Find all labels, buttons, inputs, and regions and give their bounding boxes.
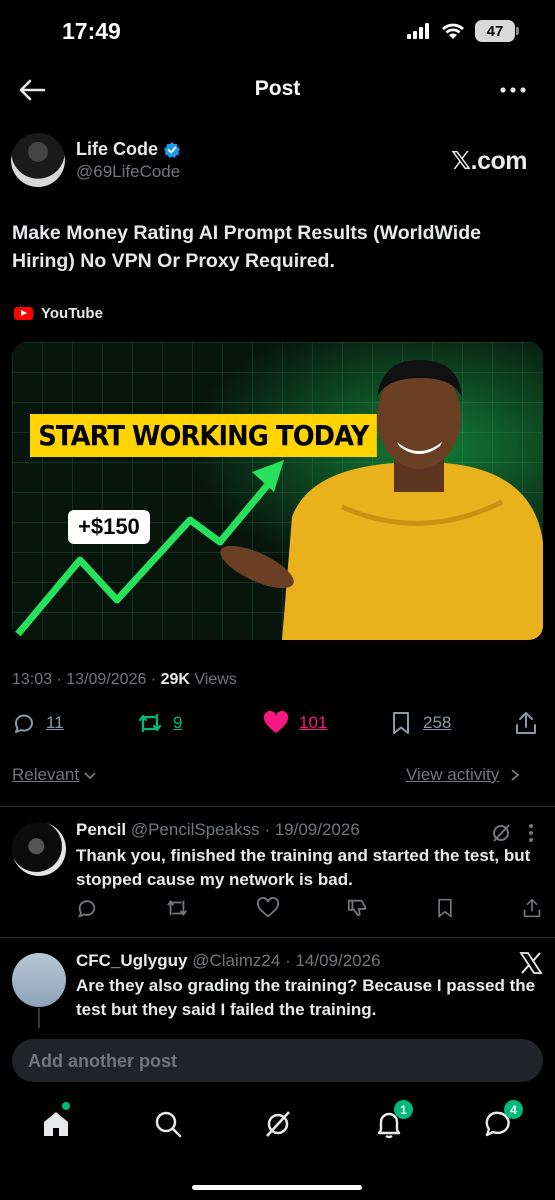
tab-search[interactable] <box>152 1108 186 1142</box>
reply-icon[interactable] <box>76 897 98 919</box>
sort-label: Relevant <box>12 765 80 784</box>
thread-line <box>38 1008 40 1028</box>
cellular-signal-icon <box>407 23 429 39</box>
like-count: 101 <box>299 713 328 732</box>
bookmark-count: 258 <box>423 713 452 732</box>
reply-count: 11 <box>46 713 64 732</box>
repost-icon <box>138 713 162 733</box>
reply-icon <box>14 714 33 733</box>
divider <box>0 806 555 807</box>
youtube-logo-icon <box>14 307 33 320</box>
reply-author-handle[interactable]: @Claimz24 <box>192 951 280 970</box>
post-time: 13:03 <box>12 671 53 688</box>
messages-badge: 4 <box>504 1100 523 1119</box>
views-label: Views <box>194 671 237 688</box>
share-icon[interactable] <box>522 897 542 919</box>
reply-author-name[interactable]: Pencil <box>76 820 126 839</box>
sort-dropdown[interactable]: Relevant <box>12 765 97 785</box>
reply-action-bar <box>76 897 542 919</box>
author-avatar[interactable] <box>11 133 65 187</box>
dislike-icon[interactable] <box>346 897 368 919</box>
post-text: Make Money Rating AI Prompt Results (Wor… <box>12 222 481 272</box>
heart-icon[interactable] <box>256 897 280 919</box>
wifi-icon <box>442 23 464 39</box>
reply-header: Pencil @PencilSpeakss · 19/09/2026 <box>76 820 360 840</box>
chevron-right-icon <box>511 769 520 781</box>
reply-date: · 14/09/2026 <box>285 951 381 970</box>
search-icon <box>155 1111 182 1138</box>
post-date: 13/09/2026 <box>66 671 147 688</box>
reply-text: Thank you, finished the training and sta… <box>76 846 531 889</box>
repost-icon[interactable] <box>165 897 189 919</box>
page-title: Post <box>254 77 301 100</box>
home-icon <box>44 1112 68 1136</box>
link-card-thumbnail[interactable]: START WORKING TODAY +$150 <box>12 342 543 640</box>
grok-icon <box>266 1111 290 1137</box>
view-activity-link[interactable]: View activity <box>406 765 521 785</box>
thumbnail-graphic <box>12 342 543 640</box>
link-source-label: YouTube <box>41 305 103 322</box>
x-com-link[interactable]: 𝕏.com <box>451 146 528 176</box>
verified-badge-icon <box>164 141 181 158</box>
author-name-row[interactable]: Life Code <box>76 139 181 160</box>
tab-grok[interactable] <box>262 1108 296 1142</box>
view-activity-label: View activity <box>406 765 500 784</box>
grok-icon[interactable] <box>490 822 512 844</box>
status-time: 17:49 <box>62 18 121 44</box>
reply-date: · 19/09/2026 <box>264 820 360 839</box>
tab-notifications[interactable]: 1 <box>373 1100 413 1142</box>
repost-count: 9 <box>173 713 183 732</box>
chevron-down-icon <box>84 772 96 780</box>
home-notification-dot <box>62 1102 70 1110</box>
author-handle[interactable]: @69LifeCode <box>76 162 180 182</box>
status-icons: 47 <box>407 20 519 42</box>
bookmark-icon[interactable] <box>435 897 455 919</box>
meta-separator: · <box>150 671 157 688</box>
reply-avatar[interactable] <box>12 953 66 1007</box>
more-options-icon[interactable] <box>498 80 528 100</box>
thumbnail-banner: START WORKING TODAY <box>30 414 377 457</box>
link-source[interactable]: YouTube <box>14 305 103 322</box>
author-name: Life Code <box>76 139 159 159</box>
battery-icon: 47 <box>475 20 519 42</box>
x-logo-icon[interactable] <box>519 951 543 975</box>
add-post-input[interactable]: Add another post <box>12 1039 543 1082</box>
more-options-icon[interactable] <box>522 822 540 844</box>
home-indicator <box>192 1185 362 1190</box>
like-button[interactable]: 101 <box>263 711 327 735</box>
reply-header: CFC_Uglyguy @Claimz24 · 14/09/2026 <box>76 951 381 971</box>
bookmark-button[interactable]: 258 <box>389 711 451 735</box>
heart-filled-icon <box>263 711 289 733</box>
reply-button[interactable]: 11 <box>12 711 64 735</box>
divider <box>0 937 555 938</box>
views-count: 29K <box>160 671 190 688</box>
notifications-badge: 1 <box>394 1100 413 1119</box>
reply-text: Are they also grading the training? Beca… <box>76 976 536 1019</box>
share-icon[interactable] <box>514 710 538 736</box>
reply-author-name[interactable]: CFC_Uglyguy <box>76 951 187 970</box>
reply-author-handle[interactable]: @PencilSpeakss <box>131 820 260 839</box>
repost-button[interactable]: 9 <box>137 711 182 735</box>
bottom-tab-bar: 1 4 <box>0 1098 555 1154</box>
tab-messages[interactable]: 4 <box>483 1100 523 1142</box>
post-meta: 13:03 · 13/09/2026 · 29K Views <box>12 671 237 689</box>
meta-separator: · <box>56 671 62 688</box>
thumbnail-price: +$150 <box>68 510 150 544</box>
bookmark-icon <box>393 712 409 734</box>
reply-avatar[interactable] <box>12 822 66 876</box>
tab-home[interactable] <box>40 1102 74 1142</box>
